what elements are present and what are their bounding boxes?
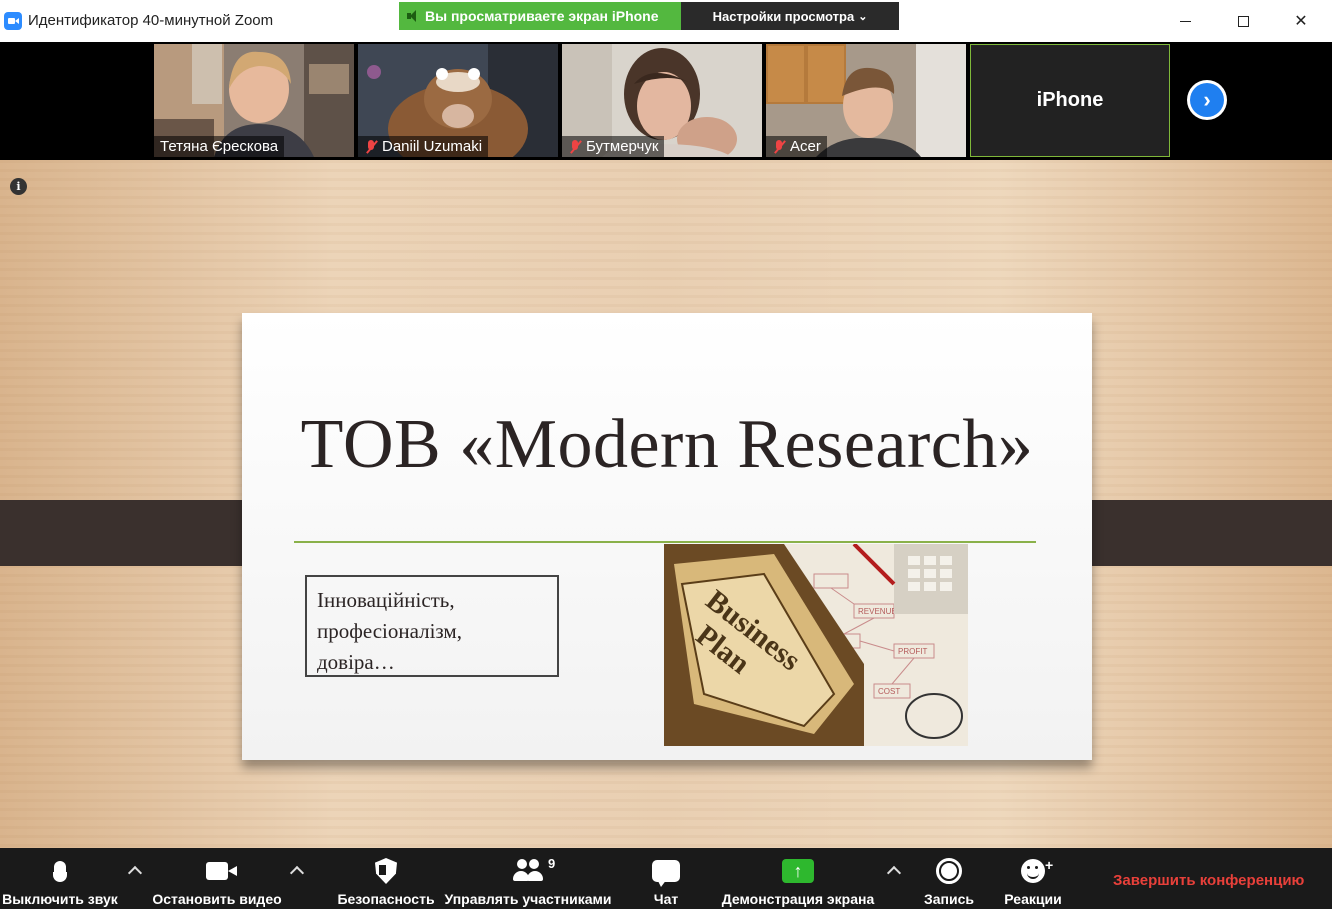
window-title: Идентификатор 40-минутной Zoom xyxy=(28,12,274,29)
next-page-button[interactable]: › xyxy=(1187,80,1227,120)
video-tile-iphone[interactable]: iPhone xyxy=(970,44,1170,157)
decorative-bar-left xyxy=(0,500,272,566)
end-meeting-button[interactable]: Завершить конференцию xyxy=(1113,872,1304,889)
slide-tagline-box: Інноваційність, професіоналізм, довіра… xyxy=(305,575,559,677)
reactions-button[interactable]: + Реакции xyxy=(1000,848,1066,909)
viewing-indicator: Вы просматриваете экран iPhone xyxy=(399,2,681,30)
mute-label: Выключить звук xyxy=(2,891,118,907)
chevron-right-icon: › xyxy=(1190,83,1224,117)
participant-name: Acer xyxy=(766,136,827,157)
share-label: Демонстрация экрана xyxy=(721,891,875,907)
audio-options-caret-icon[interactable] xyxy=(128,864,142,878)
muted-mic-icon xyxy=(364,139,378,155)
record-icon xyxy=(936,858,962,884)
participants-count: 9 xyxy=(548,856,556,871)
chart-word: COST xyxy=(878,687,900,696)
chat-button[interactable]: Чат xyxy=(636,848,696,909)
mute-button[interactable]: Выключить звук xyxy=(2,848,118,909)
tagline-line: Інноваційність, xyxy=(317,588,455,612)
viewing-banner: Вы просматриваете экран iPhone Настройки… xyxy=(399,2,899,30)
decorative-bar-right xyxy=(1062,500,1332,566)
chart-word: REVENUE xyxy=(858,607,897,616)
participant-name: Тетяна Єрескова xyxy=(154,136,285,157)
tagline-line: довіра… xyxy=(317,650,395,674)
muted-mic-icon xyxy=(568,139,582,155)
tagline-line: професіоналізм, xyxy=(317,619,462,643)
stop-video-button[interactable]: Остановить видео xyxy=(152,848,282,909)
chat-icon xyxy=(652,860,680,887)
slide-divider xyxy=(294,541,1036,543)
close-icon: ✕ xyxy=(1294,13,1308,30)
shield-icon xyxy=(375,858,397,884)
manage-participants-button[interactable]: Управлять участниками xyxy=(444,848,612,909)
maximize-button[interactable] xyxy=(1220,6,1266,36)
video-tile[interactable]: Acer xyxy=(766,44,966,157)
participant-name: Бутмерчук xyxy=(562,136,665,157)
video-label: Остановить видео xyxy=(152,891,282,907)
chevron-down-icon: ⌄ xyxy=(858,10,868,23)
video-gallery-strip: Тетяна Єрескова Daniil Uzumaki Бутмерчук xyxy=(0,42,1332,160)
minimize-icon xyxy=(1179,20,1191,22)
record-label: Запись xyxy=(923,891,974,907)
viewing-text: Вы просматриваете экран iPhone xyxy=(425,8,659,24)
reaction-smiley-icon: + xyxy=(1021,857,1053,883)
view-options-label: Настройки просмотра xyxy=(712,8,855,24)
video-tile[interactable]: Daniil Uzumaki xyxy=(358,44,558,157)
participants-icon xyxy=(511,859,545,883)
meeting-toolbar: Выключить звук Остановить видео Безопасн… xyxy=(0,848,1332,909)
info-icon[interactable]: i xyxy=(10,178,27,195)
security-label: Безопасность xyxy=(337,891,435,907)
speaker-icon xyxy=(407,10,419,22)
share-screen-icon: ↑ xyxy=(782,859,814,883)
presentation-slide: ТОВ «Modern Research» Інноваційність, пр… xyxy=(242,313,1092,760)
close-button[interactable]: ✕ xyxy=(1278,6,1324,36)
slide-title: ТОВ «Modern Research» xyxy=(300,406,1034,483)
minimize-button[interactable] xyxy=(1162,6,1208,36)
chart-word: PROFIT xyxy=(898,647,927,656)
chat-label: Чат xyxy=(653,891,679,907)
zoom-logo-icon xyxy=(4,12,22,30)
participants-label: Управлять участниками xyxy=(444,891,612,907)
video-tile[interactable]: Тетяна Єрескова xyxy=(154,44,354,157)
share-options-caret-icon[interactable] xyxy=(887,864,901,878)
video-camera-icon xyxy=(206,862,237,880)
maximize-icon xyxy=(1237,15,1249,27)
participant-name: Daniil Uzumaki xyxy=(358,136,489,157)
video-tile[interactable]: Бутмерчук xyxy=(562,44,762,157)
camera-lens xyxy=(228,866,237,876)
reactions-label: Реакции xyxy=(1004,891,1062,907)
muted-mic-icon xyxy=(772,139,786,155)
video-options-caret-icon[interactable] xyxy=(290,864,304,878)
shared-screen: i ТОВ «Modern Research» Інноваційність, … xyxy=(0,160,1332,848)
share-screen-button[interactable]: ↑ Демонстрация экрана xyxy=(718,848,878,909)
security-button[interactable]: Безопасность xyxy=(336,848,436,909)
record-button[interactable]: Запись xyxy=(920,848,978,909)
microphone-stand xyxy=(53,872,67,882)
business-plan-image: REVENUE PROFIT COST Business Plan xyxy=(664,544,968,746)
participant-name: iPhone xyxy=(1036,89,1104,111)
view-options-button[interactable]: Настройки просмотра ⌄ xyxy=(681,2,899,30)
